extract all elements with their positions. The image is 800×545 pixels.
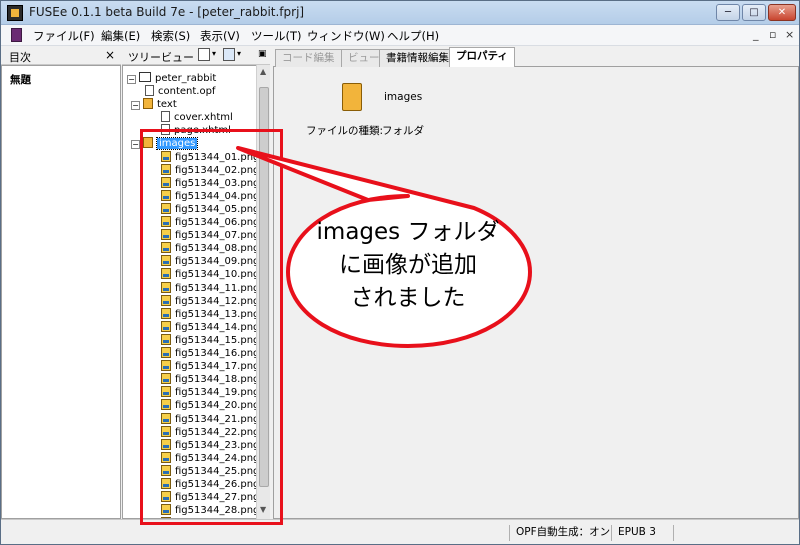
callout-line: されました xyxy=(350,285,466,311)
callout-text: images フォルダ に画像が追加 されました xyxy=(284,216,532,315)
callout-line: images フォルダ xyxy=(316,219,500,245)
callout-line: に画像が追加 xyxy=(339,252,477,278)
